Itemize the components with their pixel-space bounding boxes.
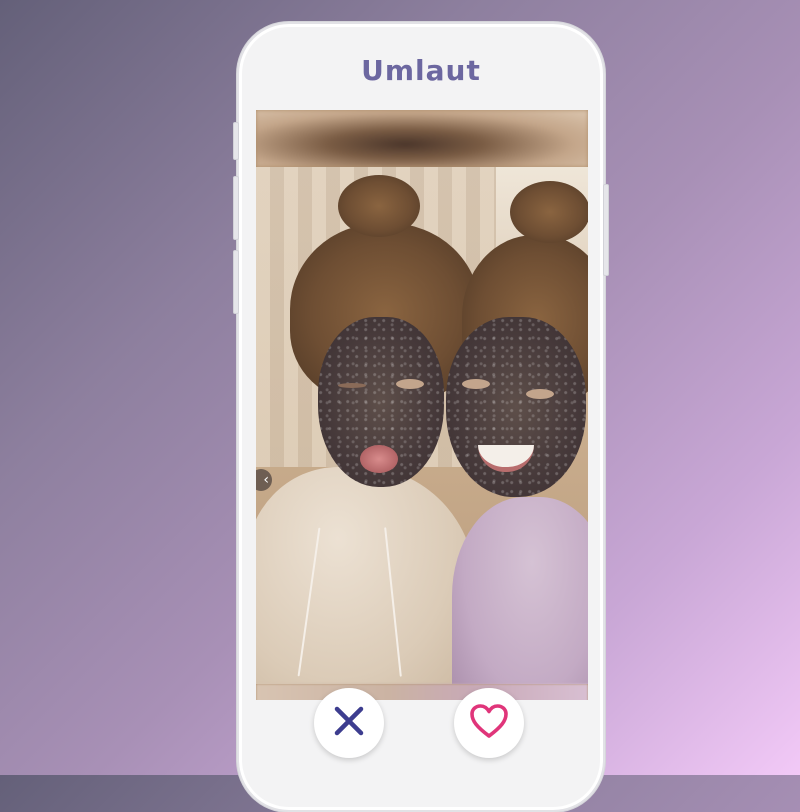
profile-photo-card[interactable]: ‹	[256, 167, 588, 684]
photo-eye	[396, 379, 424, 389]
card-stack: ‹	[256, 110, 588, 700]
close-icon	[332, 704, 366, 742]
photo-eye	[338, 383, 366, 388]
photo-eye	[526, 389, 554, 399]
photo-lips	[360, 445, 398, 473]
phone-frame: Umlaut ‹	[233, 22, 609, 812]
card-bottom-preview	[256, 684, 588, 700]
app-title: Umlaut	[361, 54, 481, 87]
mute-switch	[233, 122, 239, 160]
volume-up-button	[233, 176, 239, 240]
photo-hoodie-left	[256, 467, 476, 684]
dislike-button[interactable]	[314, 688, 384, 758]
like-button[interactable]	[454, 688, 524, 758]
chevron-left-icon[interactable]: ‹	[256, 469, 272, 491]
photo-bun-right	[510, 181, 588, 243]
photo-hoodie-right	[452, 497, 588, 684]
next-card-preview	[256, 110, 588, 167]
photo-bun-left	[338, 175, 420, 237]
heart-icon	[469, 703, 509, 743]
power-button	[603, 184, 609, 276]
volume-down-button	[233, 250, 239, 314]
photo-eye	[462, 379, 490, 389]
